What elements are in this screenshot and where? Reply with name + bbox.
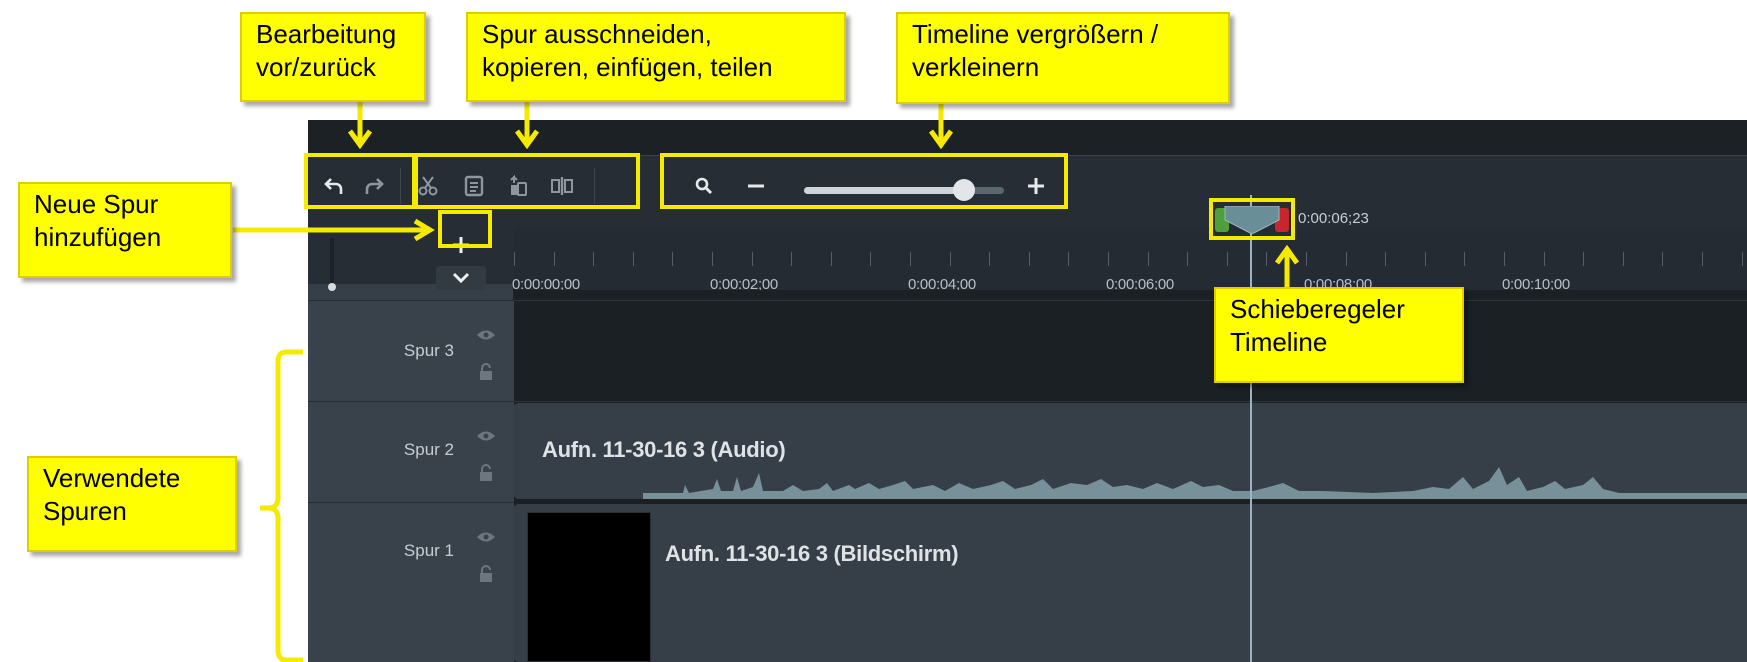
ruler-tick: [1702, 252, 1703, 266]
ruler-tick: [593, 252, 595, 266]
callout-add-track: Neue Spur hinzufügen: [18, 182, 232, 278]
callout-text: Schieberegeler Timeline: [1230, 294, 1405, 357]
highlight-edit-tools: [414, 153, 640, 209]
lane-divider: [514, 300, 1747, 301]
audio-clip[interactable]: Aufn. 11-30-16 3 (Audio): [513, 403, 1747, 499]
track-name: Spur 3: [403, 341, 454, 360]
ruler-tick: [1662, 252, 1664, 266]
clip-thumbnail: [527, 512, 651, 662]
eye-icon[interactable]: [476, 329, 496, 341]
highlight-add-track: [438, 210, 492, 248]
track-header-spur-1[interactable]: Spur 1: [308, 502, 514, 662]
ruler-tick: [751, 252, 753, 266]
callout-edit-tools: Spur ausschneiden, kopieren, einfügen, t…: [466, 12, 846, 102]
ruler-tick: [1543, 252, 1545, 266]
ruler-tick: [1226, 252, 1228, 266]
eye-icon[interactable]: [476, 531, 496, 543]
ruler-tick: [632, 252, 634, 266]
lock-icon[interactable]: [478, 464, 494, 482]
audio-waveform: [643, 467, 1747, 499]
playhead-line: [1250, 195, 1252, 662]
ruler-tick: [1147, 252, 1149, 266]
ruler-tick: [672, 252, 674, 266]
ruler-tick: [1385, 252, 1387, 266]
collapse-tracks-button[interactable]: [436, 266, 486, 290]
lane-divider: [514, 401, 1747, 402]
screen-clip[interactable]: Aufn. 11-30-16 3 (Bildschirm): [513, 504, 1747, 662]
track-header-spur-3[interactable]: Spur 3: [308, 300, 514, 401]
highlight-undo-redo: [304, 153, 416, 209]
track-header-spur-2[interactable]: Spur 2: [308, 401, 514, 502]
ruler-tick: [1424, 252, 1426, 266]
clip-title: Aufn. 11-30-16 3 (Bildschirm): [665, 541, 959, 566]
ruler-tick: [1504, 252, 1505, 266]
ruler-tick: [1068, 252, 1070, 266]
callout-text: Verwendete Spuren: [43, 463, 181, 526]
time-ruler[interactable]: 0:00:00;00 0:00:02;00 0:00:04;00 0:00:06;00…: [512, 228, 1747, 293]
ruler-tick: [1464, 252, 1466, 266]
ruler-tick: [1108, 252, 1109, 266]
ruler-tick: [830, 252, 832, 266]
callout-text: Neue Spur hinzufügen: [34, 189, 162, 252]
callout-playhead: Schieberegeler Timeline: [1214, 287, 1464, 383]
ruler-tick: [1187, 252, 1189, 266]
callout-text: Bearbeitung vor/zurück: [256, 19, 397, 82]
ruler-tick: [1741, 252, 1743, 266]
ruler-tick: [1028, 252, 1030, 266]
ruler-tick: [514, 252, 515, 266]
ruler-tick: [1345, 252, 1347, 266]
lock-icon[interactable]: [478, 565, 494, 583]
chevron-down-icon: [452, 272, 470, 284]
highlight-playhead: [1209, 198, 1295, 240]
ruler-tick: [870, 252, 872, 266]
callout-zoom: Timeline vergrößern / verkleinern: [896, 12, 1230, 104]
eye-icon[interactable]: [476, 430, 496, 442]
ruler-tick: [1583, 252, 1585, 266]
callout-text: Spur ausschneiden, kopieren, einfügen, t…: [482, 19, 773, 82]
track-name: Spur 1: [403, 541, 454, 560]
lock-icon[interactable]: [478, 363, 494, 381]
ruler-tick: [791, 252, 793, 266]
callout-used-tracks: Verwendete Spuren: [27, 456, 237, 552]
ruler-tick: [1622, 252, 1624, 266]
ruler-tick: [910, 252, 911, 266]
top-strip: [308, 120, 1747, 156]
ruler-tick: [989, 252, 991, 266]
playhead-time: 0:00:06;23: [1298, 210, 1369, 227]
track-height-handle[interactable]: [328, 283, 336, 291]
ruler-tick: [712, 252, 713, 266]
ruler-tick: [1306, 252, 1307, 266]
highlight-zoom: [660, 153, 1068, 209]
track-name: Spur 2: [403, 440, 454, 459]
ruler-tick: [553, 252, 555, 266]
callout-text: Timeline vergrößern / verkleinern: [912, 19, 1159, 82]
ruler-tick: [949, 252, 951, 266]
track-height-slider[interactable]: [330, 238, 334, 286]
callout-undo-redo: Bearbeitung vor/zurück: [240, 12, 426, 102]
ruler-tick: [1266, 252, 1268, 266]
